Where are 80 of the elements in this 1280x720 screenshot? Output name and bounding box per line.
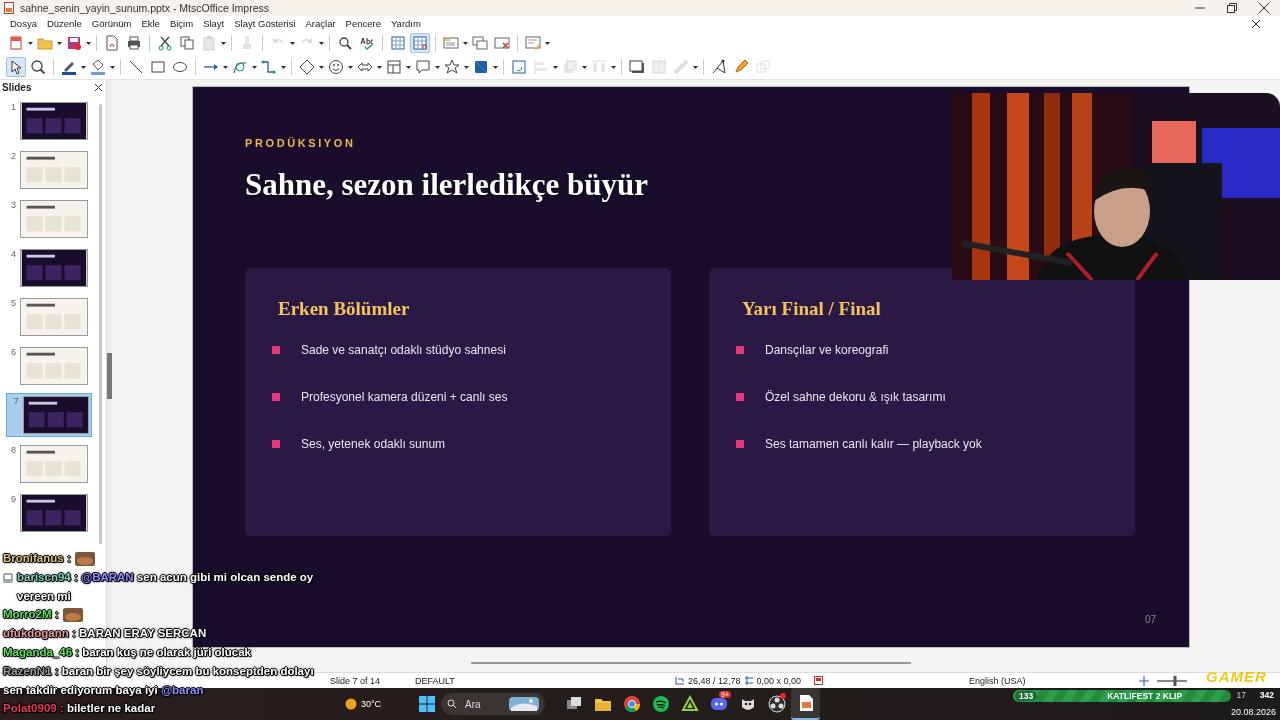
search-field[interactable]: Ara: [441, 693, 545, 715]
menu-item[interactable]: Slayt: [198, 18, 230, 29]
menu-item[interactable]: Pencere: [340, 18, 386, 29]
menu-item[interactable]: Yardım: [386, 18, 426, 29]
search-icon: [447, 699, 457, 709]
close-icon[interactable]: [95, 83, 102, 91]
bullet-text: Ses, yetenek odaklı sunum: [301, 437, 446, 451]
sun-icon: [345, 698, 357, 710]
bullet-text: Profesyonel kamera düzeni + canlı ses: [301, 390, 508, 404]
position-icon: [675, 676, 685, 685]
chat-username: Bronifanus :: [3, 551, 71, 566]
slide-title: Sahne, sezon ilerledikçe büyür: [245, 167, 648, 203]
menu-item[interactable]: Slayt Gösterisi: [229, 18, 301, 29]
stream-logo: GAMER: [1206, 668, 1267, 685]
chrome-icon[interactable]: [622, 695, 641, 713]
goal-target: 342: [1259, 690, 1274, 700]
clock-date: 20.08.2026: [1230, 707, 1276, 717]
discord-icon[interactable]: [709, 695, 728, 713]
bullet-text: Ses tamamen canlı kalır — playback yok: [765, 437, 982, 451]
position-readout: 26,48 / 12,78: [688, 675, 741, 686]
language-indicator[interactable]: English (USA): [969, 675, 1140, 686]
menu-item[interactable]: Biçim: [164, 18, 199, 29]
window-title: sahne_senin_yayin_sunum.pptx - MtscOffice Impress: [20, 2, 269, 14]
bullet-icon: [736, 440, 744, 448]
slide-counter: Slide 7 of 14: [329, 675, 382, 686]
layout-name: DEFAULT: [415, 675, 456, 686]
bullet-text: Sade ve sanatçı odaklı stüdyo sahnesi: [301, 343, 506, 357]
chat-message: Polat0909 : biletler ne kadar: [3, 701, 157, 717]
star-icon[interactable]: [442, 57, 462, 77]
chat-message: Maganda_46 : baran kuş ne olarak jüri olucak: [3, 645, 253, 661]
close-icon[interactable]: [1259, 3, 1269, 13]
panel-title: Slides: [2, 81, 32, 93]
size-readout: 0,00 x 0,00: [756, 675, 802, 686]
goal-title: KATLIFEST 2 KLIP: [1107, 691, 1183, 701]
diamond-icon[interactable]: [297, 57, 317, 77]
flowchart-icon[interactable]: [384, 57, 404, 77]
alert-dot: [780, 693, 786, 699]
card-heading: Erken Bölümler: [278, 298, 410, 320]
fit-slide-icon[interactable]: [1139, 675, 1150, 686]
spotify-icon[interactable]: [651, 695, 670, 713]
bullet-icon: [272, 440, 280, 448]
clock-time: 17: [1236, 690, 1246, 700]
copy-icon[interactable]: [177, 33, 197, 53]
scrollbar[interactable]: [99, 104, 102, 544]
menu-item[interactable]: Görünüm: [86, 18, 137, 29]
page-number: 07: [1144, 614, 1156, 625]
bullet-icon: [736, 346, 744, 354]
pointer-icon[interactable]: [6, 57, 26, 77]
app-icon: [4, 2, 14, 14]
weather-temperature: 30°C: [361, 699, 382, 709]
document-modified-icon: [814, 676, 824, 685]
card-heading: Yarı Final / Final: [742, 298, 881, 320]
chat-username: Morro2M :: [3, 607, 59, 623]
bullet-text: Özel sahne dekoru & ışık tasarımı: [765, 390, 946, 404]
goal-count: 133: [1015, 691, 1038, 701]
emote-icon: [62, 608, 83, 623]
menu-item[interactable]: Ekle: [136, 18, 165, 29]
scrollbar[interactable]: [471, 662, 911, 664]
panel-collapse-handle[interactable]: [107, 353, 112, 399]
bullet-icon: [272, 393, 280, 401]
windows-start-icon[interactable]: [419, 696, 435, 712]
triangle-app-icon[interactable]: [680, 695, 699, 713]
bullet-text: Dansçılar ve koreografi: [765, 343, 889, 357]
size-icon: [743, 676, 754, 685]
obs-icon[interactable]: [767, 695, 786, 713]
smiley-icon[interactable]: [326, 57, 346, 77]
menu-item[interactable]: Düzenle: [41, 18, 87, 29]
fill-color-icon[interactable]: [88, 57, 108, 77]
restore-icon[interactable]: [1227, 3, 1237, 13]
zoom-icon[interactable]: [28, 57, 48, 77]
close-icon[interactable]: [1252, 19, 1260, 28]
grid-icon[interactable]: [410, 33, 430, 53]
slide-thumbnail[interactable]: 7: [6, 393, 92, 437]
bullet-icon: [272, 346, 280, 354]
slide-kicker: PRODÜKSIYON: [245, 137, 356, 149]
bullet-icon: [736, 393, 744, 401]
menu-item[interactable]: Dosya: [5, 18, 42, 29]
emote-icon: [74, 552, 95, 566]
menu-item[interactable]: Araçlar: [300, 18, 341, 29]
user-badge-icon: [3, 572, 13, 583]
